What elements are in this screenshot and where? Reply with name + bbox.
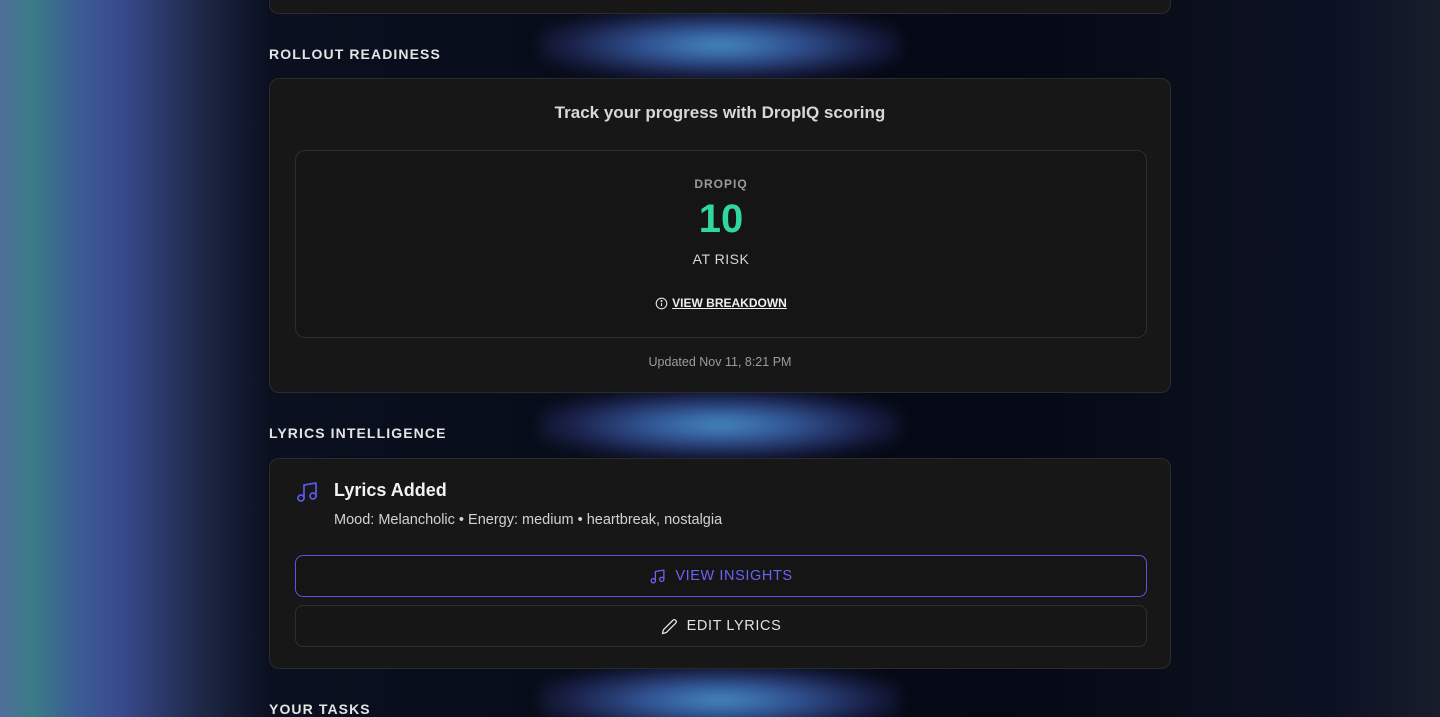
dropiq-score-box: DROPIQ 10 AT RISK VIEW BREAKDOWN bbox=[295, 150, 1147, 338]
info-icon bbox=[655, 297, 668, 309]
music-note-icon bbox=[650, 568, 665, 584]
score-value: 10 bbox=[698, 197, 744, 241]
background-glow bbox=[540, 665, 900, 717]
view-insights-label: VIEW INSIGHTS bbox=[675, 568, 793, 584]
pencil-icon bbox=[661, 618, 677, 634]
edit-lyrics-button[interactable]: EDIT LYRICS bbox=[295, 605, 1147, 647]
section-title-lyrics: LYRICS INTELLIGENCE bbox=[269, 425, 447, 441]
lyrics-meta: Mood: Melancholic • Energy: medium • hea… bbox=[334, 512, 723, 528]
view-breakdown-link[interactable]: VIEW BREAKDOWN bbox=[296, 296, 1146, 310]
score-caption: DROPIQ bbox=[694, 177, 748, 191]
rollout-card-title: Track your progress with DropIQ scoring bbox=[554, 103, 886, 122]
updated-timestamp: Updated Nov 11, 8:21 PM bbox=[648, 355, 792, 369]
previous-section-card bbox=[269, 0, 1171, 14]
background-glow bbox=[540, 390, 900, 460]
score-status: AT RISK bbox=[692, 251, 750, 267]
section-title-tasks: YOUR TASKS bbox=[269, 701, 371, 717]
lyrics-status-title: Lyrics Added bbox=[334, 480, 447, 500]
rollout-readiness-card: Track your progress with DropIQ scoring … bbox=[269, 78, 1171, 393]
edit-lyrics-label: EDIT LYRICS bbox=[686, 618, 782, 634]
background-glow bbox=[540, 10, 900, 80]
section-title-rollout: ROLLOUT READINESS bbox=[269, 46, 441, 62]
view-breakdown-label: VIEW BREAKDOWN bbox=[672, 296, 787, 310]
background-right-shade bbox=[1170, 0, 1440, 717]
lyrics-intelligence-card: Lyrics Added Mood: Melancholic • Energy:… bbox=[269, 458, 1171, 669]
music-note-icon bbox=[297, 482, 317, 502]
view-insights-button[interactable]: VIEW INSIGHTS bbox=[295, 555, 1147, 597]
background-left-glow bbox=[0, 0, 270, 717]
